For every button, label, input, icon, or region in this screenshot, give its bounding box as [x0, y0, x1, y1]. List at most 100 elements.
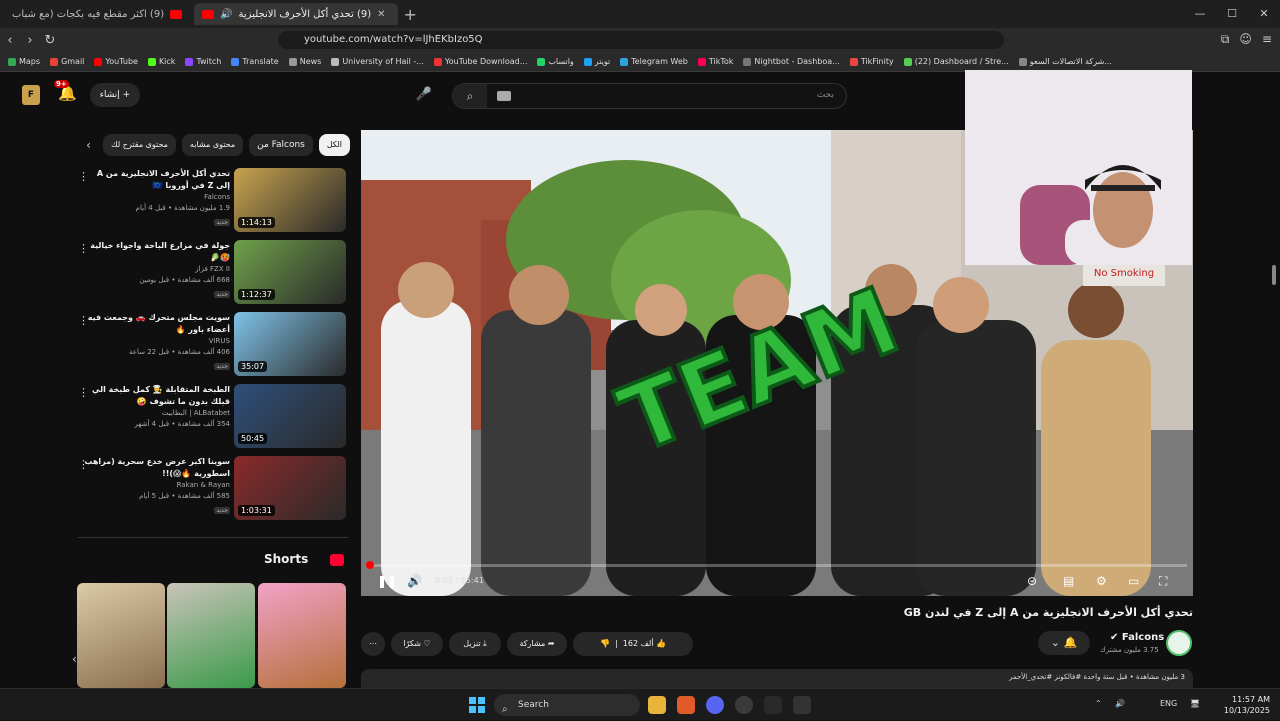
- reload-icon[interactable]: ↻: [40, 33, 60, 48]
- system-clock[interactable]: 11:57 AM 10/13/2025: [1222, 694, 1270, 716]
- bookmark-item[interactable]: Kick: [147, 57, 175, 66]
- like-count[interactable]: 162 ألف: [623, 639, 654, 648]
- page-scrollbar[interactable]: [1272, 265, 1278, 685]
- description-box[interactable]: 3 مليون مشاهدة • قبل ستة واحدة #فالكونز …: [361, 669, 1193, 689]
- brave-browser-icon[interactable]: [677, 696, 695, 714]
- bookmark-item[interactable]: Translate: [231, 57, 279, 66]
- progress-bar[interactable]: [366, 561, 1187, 569]
- bookmark-item[interactable]: News: [288, 57, 321, 66]
- theater-mode-icon[interactable]: ▭: [1128, 574, 1139, 588]
- short-item[interactable]: [77, 583, 165, 688]
- bookmark-item[interactable]: Twitch: [185, 57, 221, 66]
- close-window-icon[interactable]: ✕: [1248, 0, 1280, 28]
- language-indicator[interactable]: ENG: [1160, 699, 1177, 708]
- volume-icon[interactable]: 🔊: [407, 574, 422, 588]
- bookmark-item[interactable]: Gmail: [50, 57, 84, 66]
- related-video-item[interactable]: 1:03:31 سوينا اكبر عرض خدع سحرية (مراهب ا…: [78, 456, 348, 528]
- shorts-prev-icon[interactable]: ‹: [72, 652, 77, 666]
- epic-games-icon[interactable]: [793, 696, 811, 714]
- bookmark-item[interactable]: YouTube Download...: [433, 57, 527, 66]
- related-video-item[interactable]: 1:14:13 تحدي أكل الأحرف الانجليزية من A إ…: [78, 168, 348, 240]
- fullscreen-icon[interactable]: ⛶: [1159, 574, 1167, 589]
- chip-similar[interactable]: محتوى مشابه: [181, 134, 244, 156]
- more-options-icon[interactable]: ⋮: [78, 170, 89, 183]
- url-field[interactable]: youtube.com/watch?v=lJhEKbIzo5Q: [278, 31, 1004, 49]
- more-options-icon[interactable]: ⋮: [78, 386, 89, 399]
- voice-search-icon[interactable]: 🎤: [413, 83, 435, 107]
- bookmark-item[interactable]: TikFinity: [849, 57, 894, 66]
- video-thumbnail[interactable]: 35:07: [234, 312, 346, 376]
- more-options-icon[interactable]: ⋮: [78, 458, 89, 471]
- more-actions-icon[interactable]: ⋯: [361, 632, 385, 656]
- back-icon[interactable]: ‹: [0, 33, 20, 48]
- autoplay-toggle-icon[interactable]: ⊝: [1027, 574, 1037, 588]
- video-title[interactable]: تحدي أكل الأحرف الانجليزية من A إلى Z في…: [82, 168, 230, 192]
- tray-speaker-icon[interactable]: 🔊: [1115, 699, 1125, 708]
- bookmark-item[interactable]: شركة الاتصالات السعو...: [1018, 57, 1112, 66]
- related-video-item[interactable]: 1:12:37 جولة في مزارع الباحة واجواء خيالي…: [78, 240, 348, 312]
- bookmark-item[interactable]: تويتر: [583, 57, 610, 66]
- progress-scrubber[interactable]: [366, 561, 374, 569]
- video-thumbnail[interactable]: 1:12:37: [234, 240, 346, 304]
- taskbar-search[interactable]: ⌕ Search: [494, 694, 640, 716]
- chip-all[interactable]: الكل: [318, 134, 350, 156]
- menu-icon[interactable]: ≡: [1262, 32, 1272, 47]
- profile-icon[interactable]: ☺: [1239, 32, 1252, 47]
- keyboard-icon[interactable]: [497, 91, 511, 101]
- channel-name[interactable]: VIRUS: [82, 336, 230, 347]
- related-video-item[interactable]: 35:07 سويت مجلس متحرك 🚗 وجمعت فيه أعضاء ب…: [78, 312, 348, 384]
- more-options-icon[interactable]: ⋮: [78, 314, 89, 327]
- create-button[interactable]: إنشاء +: [90, 83, 140, 107]
- chip-from-channel[interactable]: من Falcons: [249, 134, 313, 156]
- forward-icon[interactable]: ›: [20, 33, 40, 48]
- pause-icon[interactable]: ❚❚: [377, 574, 397, 588]
- share-button[interactable]: مشاركة ➦: [507, 632, 567, 656]
- bookmark-item[interactable]: YouTube: [94, 57, 138, 66]
- bookmark-item[interactable]: Nightbot - Dashboa...: [743, 57, 840, 66]
- bookmark-item[interactable]: (22) Dashboard / Stre...: [903, 57, 1009, 66]
- bookmark-item[interactable]: Maps: [8, 57, 40, 66]
- channel-logo[interactable]: F: [22, 85, 40, 105]
- tray-chevron-icon[interactable]: ⌃: [1095, 699, 1102, 708]
- channel-name[interactable]: ALBatabet | البطابيت: [82, 408, 230, 419]
- video-title[interactable]: سويت مجلس متحرك 🚗 وجمعت فيه أعضاء باور 🔥: [82, 312, 230, 336]
- bookmark-item[interactable]: University of Hail -...: [331, 57, 424, 66]
- more-options-icon[interactable]: ⋮: [78, 242, 89, 255]
- new-tab-button[interactable]: +: [404, 5, 417, 24]
- browser-tab-active[interactable]: ✕ (9) تحدي أكل الأحرف الانجليزية 🔊: [194, 3, 398, 25]
- chip-recommended[interactable]: محتوى مقترح لك: [103, 134, 176, 156]
- bookmark-item[interactable]: Telegram Web: [620, 57, 688, 66]
- bookmark-item[interactable]: TikTok: [697, 57, 733, 66]
- download-button[interactable]: تنزيل ⤓: [449, 632, 501, 656]
- search-icon[interactable]: ⌕: [453, 84, 487, 108]
- steam-icon[interactable]: [764, 696, 782, 714]
- windows-start-icon[interactable]: [469, 697, 485, 713]
- short-item[interactable]: [167, 583, 255, 688]
- maximize-icon[interactable]: ☐: [1216, 0, 1248, 28]
- discord-icon[interactable]: [706, 696, 724, 714]
- file-explorer-icon[interactable]: [648, 696, 666, 714]
- video-title[interactable]: جولة في مزارع الباحة واجواء خيالية 🥵🥬: [82, 240, 230, 264]
- channel-name[interactable]: Rakan & Rayan: [82, 480, 230, 491]
- search-input[interactable]: ⌕ بحث: [452, 83, 847, 109]
- video-thumbnail[interactable]: 50:45: [234, 384, 346, 448]
- video-thumbnail[interactable]: 1:14:13: [234, 168, 346, 232]
- short-item[interactable]: [258, 583, 346, 688]
- extensions-icon[interactable]: ⧉: [1221, 32, 1230, 47]
- channel-name[interactable]: FZX II فزاز: [82, 264, 230, 275]
- chevron-left-icon[interactable]: ‹: [80, 138, 97, 152]
- video-thumbnail[interactable]: 1:03:31: [234, 456, 346, 520]
- channel-name[interactable]: Falcons: [82, 192, 230, 203]
- bookmark-item[interactable]: واتساب: [537, 57, 574, 66]
- network-icon[interactable]: 🖥: [1190, 699, 1200, 708]
- close-tab-icon[interactable]: ✕: [377, 9, 385, 20]
- like-icon[interactable]: 👍: [656, 639, 666, 648]
- related-video-item[interactable]: 50:45 الطبخة المتقابلة 👨‍🍳 كمل طبخة الي ق…: [78, 384, 348, 456]
- video-title[interactable]: سوينا اكبر عرض خدع سحرية (مراهب اسطورية …: [82, 456, 230, 480]
- scrollbar-thumb[interactable]: [1272, 265, 1276, 285]
- minimize-icon[interactable]: —: [1184, 0, 1216, 28]
- thanks-button[interactable]: شكرًا ♡: [391, 632, 443, 656]
- video-title[interactable]: الطبخة المتقابلة 👨‍🍳 كمل طبخة الي قبلك ب…: [82, 384, 230, 408]
- settings-icon[interactable]: ⚙: [1096, 574, 1107, 588]
- captions-icon[interactable]: ▤: [1063, 574, 1074, 588]
